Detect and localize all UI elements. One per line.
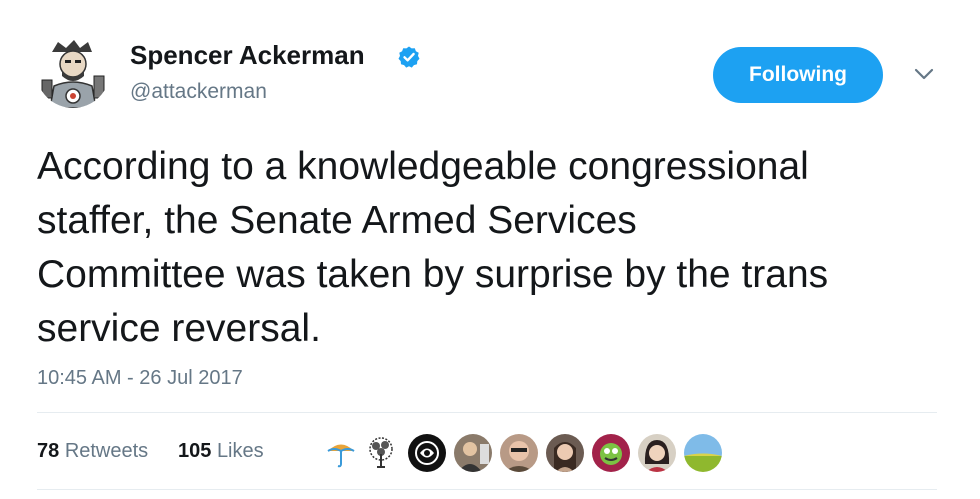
tweet-text: According to a knowledgeable congression… — [37, 145, 829, 350]
verified-badge-icon — [398, 46, 420, 68]
tweet-timestamp[interactable]: 10:45 AM - 26 Jul 2017 — [37, 367, 243, 390]
likes-stat[interactable]: 105 Likes — [178, 440, 264, 463]
retweets-count: 78 — [37, 440, 60, 462]
tweet-card: Spencer Ackerman @attackerman Following … — [0, 0, 980, 499]
retweets-label: Retweets — [64, 440, 149, 462]
liker-avatar-tree[interactable] — [361, 433, 401, 473]
liker-avatar-person[interactable] — [545, 433, 585, 473]
likes-label: Likes — [216, 440, 264, 462]
liker-avatar-person[interactable] — [499, 433, 539, 473]
liker-avatar-dark-logo[interactable] — [407, 433, 447, 473]
stats-divider-bottom — [37, 489, 937, 490]
likes-count: 105 — [178, 440, 212, 462]
author-handle[interactable]: @attackerman — [130, 80, 267, 104]
author-display-name[interactable]: Spencer Ackerman — [130, 40, 365, 71]
liker-avatar-cartoon[interactable] — [591, 433, 631, 473]
retweets-stat[interactable]: 78 Retweets — [37, 440, 148, 463]
author-avatar[interactable] — [36, 34, 110, 108]
liker-avatar-umbrella[interactable] — [321, 433, 361, 473]
chevron-down-icon[interactable] — [913, 66, 935, 82]
following-button[interactable]: Following — [713, 47, 883, 103]
liker-avatar-person[interactable] — [453, 433, 493, 473]
stats-divider-top — [37, 412, 937, 413]
liker-avatar-landscape[interactable] — [683, 433, 723, 473]
liker-avatar-person[interactable] — [637, 433, 677, 473]
